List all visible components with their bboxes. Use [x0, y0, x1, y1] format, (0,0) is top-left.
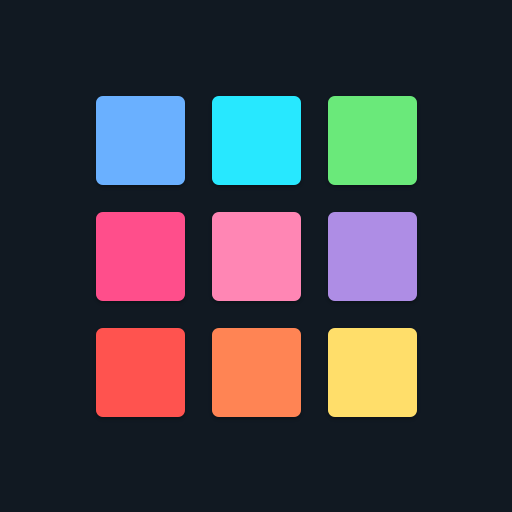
- color-tile-pink[interactable]: [96, 212, 185, 301]
- app-canvas: [0, 0, 512, 512]
- color-tile-red[interactable]: [96, 328, 185, 417]
- color-tile-light-pink[interactable]: [212, 212, 301, 301]
- color-tile-green[interactable]: [328, 96, 417, 185]
- color-tile-blue[interactable]: [96, 96, 185, 185]
- color-tile-orange[interactable]: [212, 328, 301, 417]
- color-tile-purple[interactable]: [328, 212, 417, 301]
- color-tile-cyan[interactable]: [212, 96, 301, 185]
- color-tile-grid: [96, 96, 417, 417]
- color-tile-yellow[interactable]: [328, 328, 417, 417]
